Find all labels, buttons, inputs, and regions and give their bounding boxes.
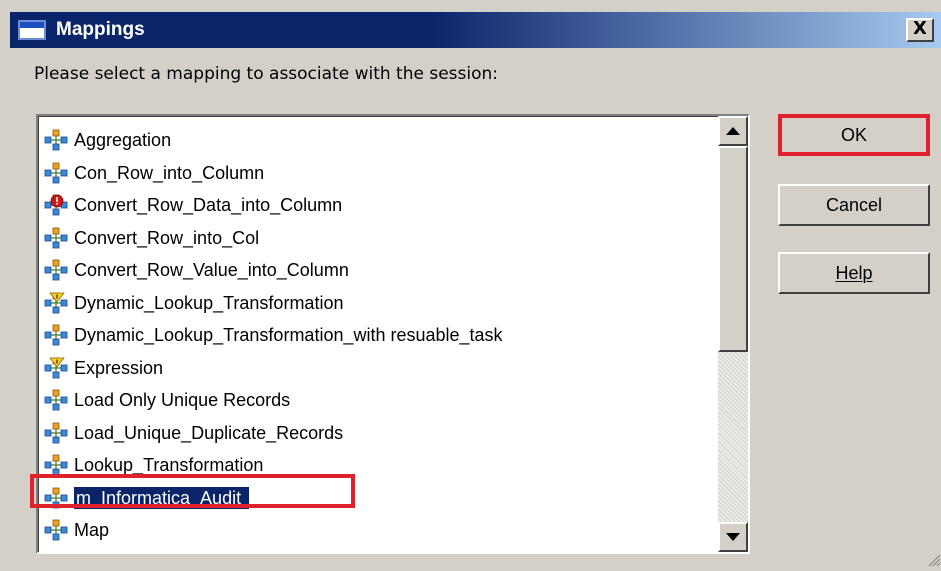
mappings-dialog: Mappings X Please select a mapping to as…: [0, 0, 941, 571]
mapping-listbox[interactable]: Aggregation Con_Row_into_Column Convert_Ro…: [36, 114, 750, 554]
mapping-list-item[interactable]: Aggregation: [44, 124, 714, 157]
scroll-up-button[interactable]: [718, 116, 748, 146]
close-button[interactable]: X: [906, 18, 934, 42]
mapping-icon: [44, 389, 68, 411]
mapping-list-item-label: Convert_Row_Data_into_Column: [74, 195, 343, 216]
mapping-warning-icon: [44, 357, 68, 379]
dialog-title: Mappings: [56, 19, 145, 40]
mapping-icon: [44, 422, 68, 444]
mapping-list-item[interactable]: Load_Unique_Duplicate_Records: [44, 417, 714, 450]
mapping-list-item[interactable]: Convert_Row_Value_into_Column: [44, 254, 714, 287]
mapping-list-item[interactable]: Dynamic_Lookup_Transformation: [44, 287, 714, 320]
mapping-list-item-label: Convert_Row_into_Col: [74, 227, 260, 248]
title-bar[interactable]: Mappings: [10, 12, 941, 48]
mapping-list-item[interactable]: Load Only Unique Records: [44, 384, 714, 417]
mapping-invalid-icon: [44, 194, 68, 216]
mapping-list-item[interactable]: Convert_Row_Data_into_Column: [44, 189, 714, 222]
mapping-list-item[interactable]: Map_into_Format: [44, 547, 714, 554]
ok-button[interactable]: OK: [778, 114, 930, 156]
mapping-list-item-label: Convert_Row_Value_into_Column: [74, 260, 349, 281]
window-icon: [18, 20, 46, 40]
mapping-icon: [44, 259, 68, 281]
mapping-list-item[interactable]: Lookup_Transformation: [44, 449, 714, 482]
mapping-icon: [44, 162, 68, 184]
scroll-thumb[interactable]: [718, 146, 748, 352]
mapping-list-item[interactable]: Con_Row_into_Column: [44, 157, 714, 190]
mapping-list-item-label: Expression: [74, 357, 164, 378]
mapping-icon: [44, 324, 68, 346]
mapping-list-item[interactable]: Map: [44, 514, 714, 547]
mapping-list-item-label: Lookup_Transformation: [74, 455, 264, 476]
mapping-list-item-label: Load Only Unique Records: [74, 390, 291, 411]
mapping-list-item-label: Aggregation: [74, 130, 172, 151]
mapping-list-item[interactable]: m_Informatica_Audit: [44, 482, 714, 515]
arrow-up-icon: [726, 127, 740, 135]
mapping-icon: [44, 227, 68, 249]
mapping-list-item-label: Map: [74, 520, 110, 541]
scroll-down-button[interactable]: [718, 522, 748, 552]
mapping-list-item[interactable]: Convert_Row_into_Col: [44, 222, 714, 255]
mapping-warning-icon: [44, 292, 68, 314]
vertical-scrollbar[interactable]: [718, 116, 748, 552]
mapping-list-item-label: Con_Row_into_Column: [74, 162, 265, 183]
mapping-icon: [44, 519, 68, 541]
mapping-list-item-label: m_Informatica_Audit: [72, 485, 251, 510]
mapping-list-item[interactable]: Expression: [44, 352, 714, 385]
mapping-list-item-label: Dynamic_Lookup_Transformation: [74, 292, 344, 313]
mapping-icon: [44, 552, 68, 554]
close-icon: X: [913, 18, 927, 39]
cancel-button[interactable]: Cancel: [778, 184, 930, 226]
mapping-list-item-label: Map_into_Format: [74, 552, 215, 553]
arrow-down-icon: [726, 533, 740, 541]
help-button[interactable]: Help: [778, 252, 930, 294]
mapping-icon: [44, 129, 68, 151]
resize-grip-icon[interactable]: [927, 553, 941, 567]
mapping-icon: [44, 487, 68, 509]
help-button-label: Help: [835, 263, 873, 283]
mapping-list: Aggregation Con_Row_into_Column Convert_Ro…: [44, 124, 714, 554]
mapping-list-item[interactable]: Dynamic_Lookup_Transformation_with resua…: [44, 319, 714, 352]
prompt-label: Please select a mapping to associate wit…: [34, 64, 499, 84]
mapping-list-item-label: Dynamic_Lookup_Transformation_with resua…: [74, 325, 503, 346]
mapping-list-item-label: Load_Unique_Duplicate_Records: [74, 422, 344, 443]
mapping-icon: [44, 454, 68, 476]
